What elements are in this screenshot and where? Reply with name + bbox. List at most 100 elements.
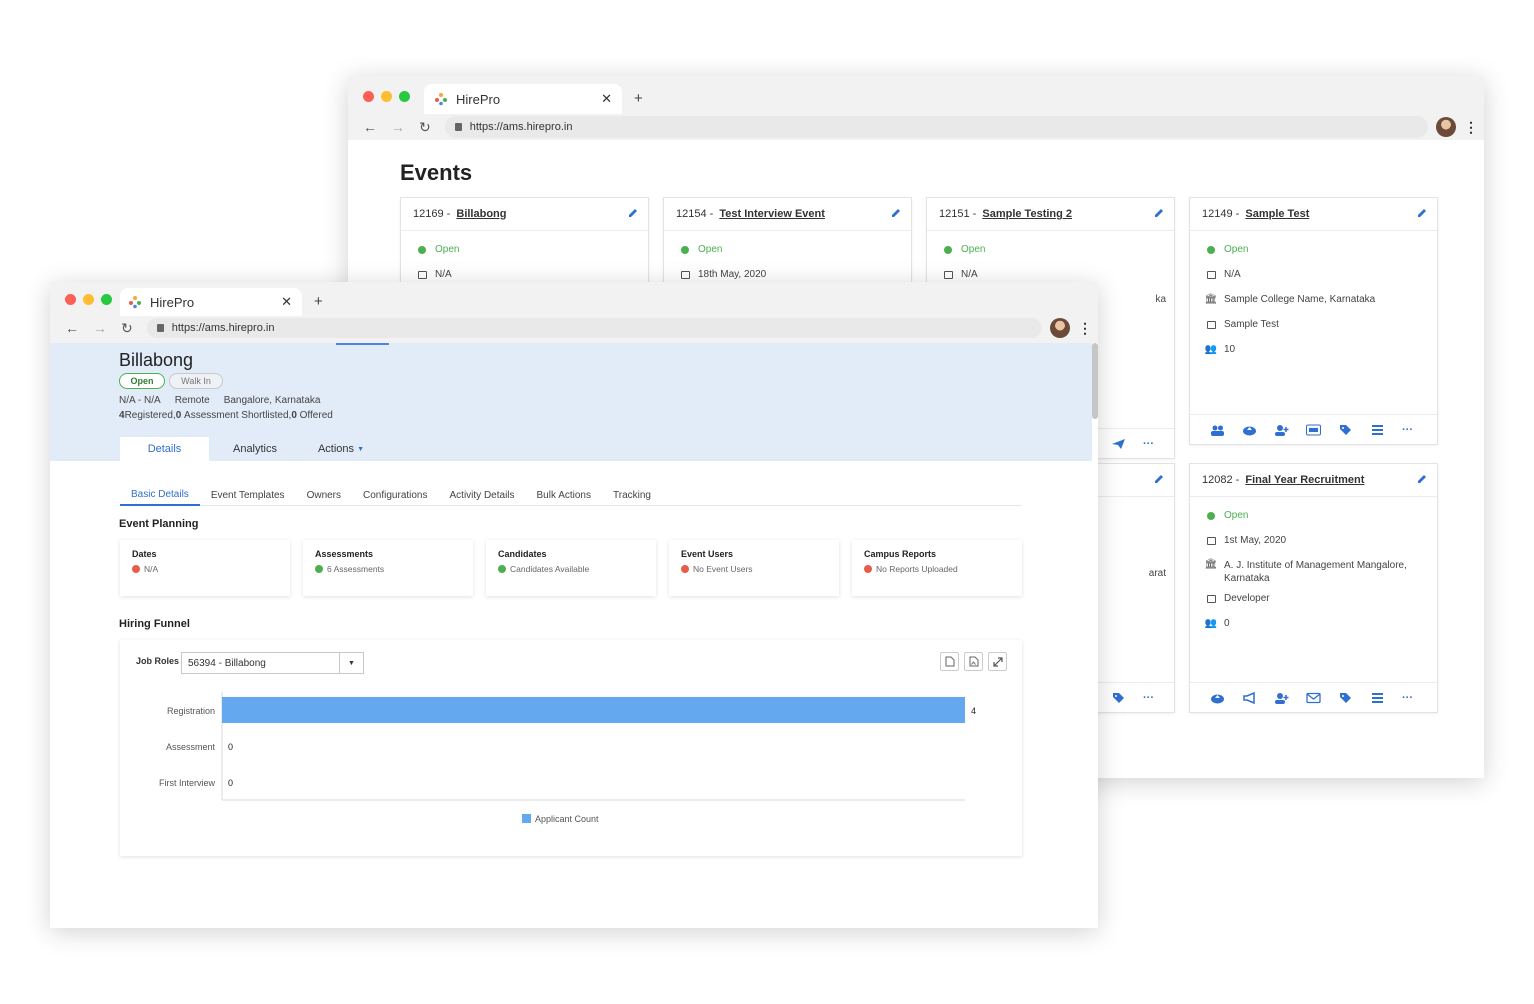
browser-chrome: HirePro ✕ + ← → ↻ https://ams.hirepro.in… bbox=[348, 76, 1484, 140]
tab-analytics[interactable]: Analytics bbox=[215, 437, 295, 461]
edit-pencil-icon[interactable] bbox=[1417, 208, 1427, 218]
list-icon[interactable] bbox=[1370, 424, 1385, 436]
profile-avatar[interactable] bbox=[1050, 318, 1070, 338]
event-name-link[interactable]: Test Interview Event bbox=[719, 208, 825, 220]
subtab-bulk-actions[interactable]: Bulk Actions bbox=[526, 484, 602, 506]
more-options-icon[interactable]: ··· bbox=[1402, 424, 1413, 436]
edit-pencil-icon[interactable] bbox=[891, 208, 901, 218]
planning-card[interactable]: Candidates Candidates Available bbox=[486, 540, 656, 596]
event-status: Open bbox=[435, 244, 460, 255]
planning-card-status-text: 6 Assessments bbox=[327, 564, 385, 574]
college-name: Sample College Name, Karnataka bbox=[1224, 294, 1376, 305]
reload-icon[interactable]: ↻ bbox=[121, 320, 133, 337]
forward-arrow-icon[interactable]: → bbox=[93, 320, 107, 336]
calendar-icon bbox=[943, 270, 953, 279]
minimize-dot[interactable] bbox=[83, 294, 94, 305]
planning-card[interactable]: Campus Reports No Reports Uploaded bbox=[852, 540, 1022, 596]
tab-details[interactable]: Details bbox=[120, 437, 209, 461]
forward-arrow-icon[interactable]: → bbox=[391, 119, 405, 135]
minimize-dot[interactable] bbox=[381, 91, 392, 102]
planning-card[interactable]: Event Users No Event Users bbox=[669, 540, 839, 596]
more-options-icon[interactable]: ··· bbox=[1402, 692, 1413, 704]
tab-actions[interactable]: Actions ▼ bbox=[305, 437, 377, 461]
planning-card-status-text: Candidates Available bbox=[510, 564, 590, 574]
subtab-configurations[interactable]: Configurations bbox=[352, 484, 438, 506]
users-group-icon[interactable] bbox=[1210, 424, 1225, 436]
edit-pencil-icon[interactable] bbox=[1154, 208, 1164, 218]
id-card-icon[interactable] bbox=[1306, 424, 1321, 436]
event-name-link[interactable]: Sample Testing 2 bbox=[982, 208, 1072, 220]
new-tab-icon[interactable]: + bbox=[314, 293, 323, 310]
maximize-dot[interactable] bbox=[399, 91, 410, 102]
offered-count: 0 bbox=[291, 410, 297, 421]
reload-icon[interactable]: ↻ bbox=[419, 119, 431, 136]
close-dot[interactable] bbox=[363, 91, 374, 102]
hirepro-logo-icon bbox=[129, 296, 141, 309]
add-user-icon[interactable] bbox=[1274, 424, 1289, 436]
category-label: Assessment bbox=[166, 742, 216, 752]
subtab-event-templates[interactable]: Event Templates bbox=[200, 484, 296, 506]
address-bar[interactable]: https://ams.hirepro.in bbox=[444, 116, 1428, 138]
new-tab-icon[interactable]: + bbox=[634, 90, 643, 107]
page-title: Events bbox=[400, 160, 473, 185]
menu-kebab-icon[interactable]: ⋮ bbox=[1078, 320, 1092, 337]
event-id: 12082 bbox=[1202, 474, 1233, 486]
profile-avatar[interactable] bbox=[1436, 117, 1456, 137]
edit-pencil-icon[interactable] bbox=[1154, 474, 1164, 484]
address-bar[interactable]: https://ams.hirepro.in bbox=[146, 318, 1042, 338]
event-name-link[interactable]: Sample Test bbox=[1245, 208, 1309, 220]
type-badge: Walk In bbox=[169, 373, 223, 389]
subtab-tracking[interactable]: Tracking bbox=[602, 484, 662, 506]
planning-card[interactable]: Assessments 6 Assessments bbox=[303, 540, 473, 596]
hirepro-logo-icon bbox=[435, 93, 447, 106]
event-status: Open bbox=[698, 244, 723, 255]
more-options-icon[interactable]: ··· bbox=[1143, 438, 1154, 450]
close-tab-icon[interactable]: ✕ bbox=[281, 294, 292, 310]
status-dot-icon bbox=[417, 245, 427, 254]
event-stats: 4Registered,0 Assessment Shortlisted,0 O… bbox=[119, 410, 333, 421]
subtab-owners[interactable]: Owners bbox=[296, 484, 352, 506]
tag-icon[interactable] bbox=[1338, 692, 1353, 704]
cross-circle-icon bbox=[864, 565, 872, 573]
role-card-icon bbox=[1206, 594, 1216, 603]
browser-tab[interactable]: HirePro ✕ bbox=[120, 288, 302, 316]
tag-icon[interactable] bbox=[1338, 424, 1353, 436]
back-arrow-icon[interactable]: ← bbox=[65, 320, 79, 336]
megaphone-icon[interactable] bbox=[1242, 691, 1257, 704]
edit-pencil-icon[interactable] bbox=[628, 208, 638, 218]
event-status: Open bbox=[1224, 510, 1249, 521]
event-date: N/A bbox=[1224, 269, 1241, 280]
scrollbar-thumb[interactable] bbox=[1092, 343, 1098, 419]
cloud-upload-icon[interactable] bbox=[1210, 692, 1225, 704]
calendar-icon bbox=[1206, 270, 1216, 279]
cloud-upload-icon[interactable] bbox=[1242, 424, 1257, 436]
back-arrow-icon[interactable]: ← bbox=[363, 119, 377, 135]
planning-card-title: Dates bbox=[132, 549, 157, 559]
browser-tab[interactable]: HirePro ✕ bbox=[424, 84, 622, 114]
more-options-icon[interactable]: ··· bbox=[1143, 692, 1154, 704]
subtab-basic-details[interactable]: Basic Details bbox=[120, 484, 200, 506]
list-icon[interactable] bbox=[1370, 692, 1385, 704]
status-dot-icon bbox=[1206, 511, 1216, 520]
close-tab-icon[interactable]: ✕ bbox=[601, 91, 612, 107]
tag-icon[interactable] bbox=[1111, 692, 1126, 704]
maximize-dot[interactable] bbox=[101, 294, 112, 305]
planning-card[interactable]: Dates N/A bbox=[120, 540, 290, 596]
value-label: 4 bbox=[971, 706, 976, 716]
send-icon[interactable] bbox=[1111, 438, 1126, 450]
mail-icon[interactable] bbox=[1306, 692, 1321, 704]
role-card-icon bbox=[1206, 320, 1216, 329]
edit-pencil-icon[interactable] bbox=[1417, 474, 1427, 484]
tab-title: HirePro bbox=[150, 294, 195, 310]
event-name-link[interactable]: Final Year Recruitment bbox=[1245, 474, 1364, 486]
menu-kebab-icon[interactable]: ⋮ bbox=[1464, 119, 1478, 136]
event-name-link[interactable]: Billabong bbox=[456, 208, 506, 220]
subtab-activity-details[interactable]: Activity Details bbox=[439, 484, 526, 506]
planning-card-title: Candidates bbox=[498, 549, 547, 559]
url-text: https://ams.hirepro.in bbox=[171, 322, 275, 334]
planning-card-status: 6 Assessments bbox=[315, 564, 461, 574]
close-dot[interactable] bbox=[65, 294, 76, 305]
window-controls bbox=[363, 91, 410, 102]
add-user-icon[interactable] bbox=[1274, 692, 1289, 704]
event-date: 1st May, 2020 bbox=[1224, 535, 1287, 546]
